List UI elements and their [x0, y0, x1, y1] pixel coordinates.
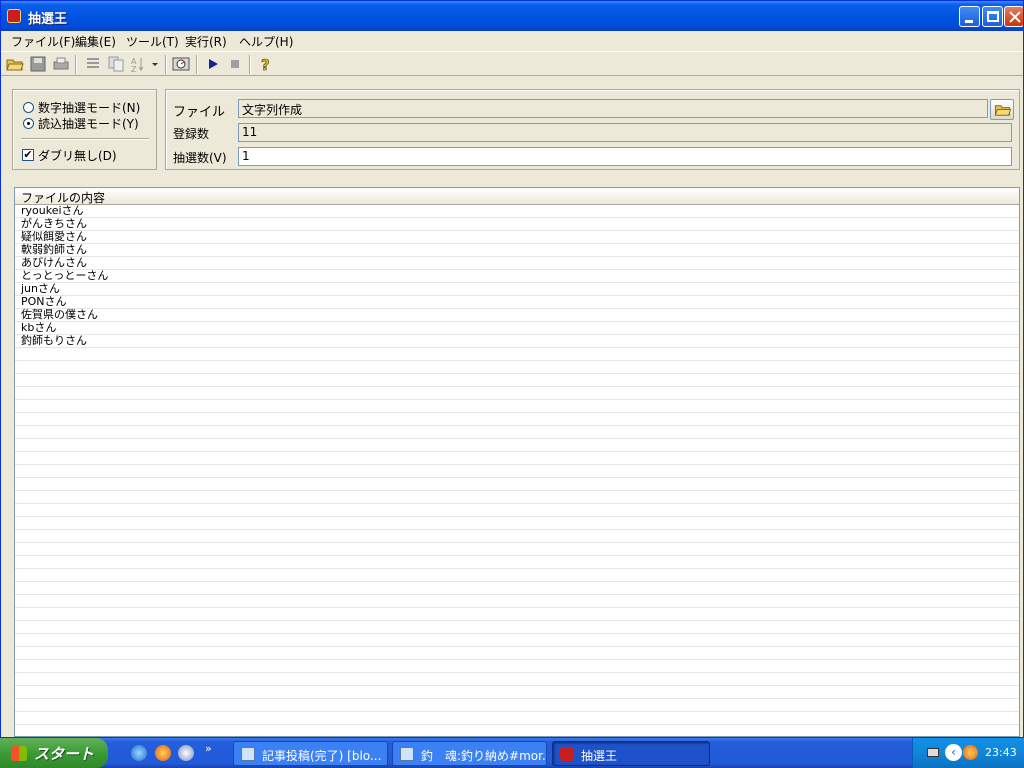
window-title: 抽選王: [28, 12, 68, 27]
lottery-settings-icon[interactable]: [172, 55, 190, 73]
menu-bar: ファイル(F) 編集(E) ツール(T) 実行(R) ヘルプ(H): [1, 31, 1023, 50]
count-field: 11: [238, 123, 1012, 142]
start-button[interactable]: スタート: [0, 738, 108, 768]
toolbar-separator: [75, 55, 77, 74]
chevron-left-icon[interactable]: ‹: [945, 744, 962, 761]
toolbar: AZ ?: [1, 51, 1023, 76]
document-icon: [241, 747, 255, 761]
file-label: ファイル: [173, 105, 226, 120]
system-tray: ‹ 23:43: [912, 738, 1024, 768]
numeric-mode-label[interactable]: 数字抽選モード(N): [38, 99, 140, 116]
list-icon[interactable]: [84, 55, 102, 73]
copy-icon[interactable]: [107, 55, 125, 73]
no-duplicates-label[interactable]: ダブリ無し(D): [38, 147, 117, 164]
file-field[interactable]: 文字列作成: [238, 99, 988, 118]
taskbar-item-label: 抽選王: [581, 749, 618, 763]
divider: [21, 138, 149, 140]
draw-count-input[interactable]: 1: [238, 147, 1012, 166]
list-item[interactable]: がんきちさん: [15, 218, 1019, 231]
list-item[interactable]: PONさん: [15, 296, 1019, 309]
count-label: 登録数: [173, 127, 210, 141]
taskbar: スタート » 記事投稿(完了) [blo... 釣 魂:釣り納め#mor... …: [0, 738, 1024, 768]
minimize-button[interactable]: [959, 6, 980, 27]
minimize-icon: [965, 20, 973, 23]
menu-edit[interactable]: 編集(E): [75, 33, 116, 50]
maximize-icon: [987, 11, 999, 22]
svg-text:?: ?: [261, 56, 270, 73]
list-item[interactable]: ryoukeiさん: [15, 205, 1019, 218]
no-duplicates-checkbox[interactable]: ✔: [22, 149, 34, 161]
menu-tools[interactable]: ツール(T): [126, 33, 179, 50]
menu-help[interactable]: ヘルプ(H): [239, 33, 293, 50]
mode-group: 数字抽選モード(N) 読込抽選モード(Y) ✔ ダブリ無し(D): [12, 89, 157, 170]
list-rows: ryoukeiさん がんきちさん 疑似餌愛さん 軟弱釣師さん あびけんさん とっ…: [15, 205, 1019, 736]
chevron-icon[interactable]: »: [205, 742, 212, 755]
menu-file[interactable]: ファイル(F): [11, 33, 75, 50]
list-header[interactable]: ファイルの内容: [15, 188, 1019, 205]
app-icon: [7, 9, 21, 23]
app-icon: [560, 747, 574, 761]
stop-icon[interactable]: [226, 55, 244, 73]
file-contents-list[interactable]: ファイルの内容 ryoukeiさん がんきちさん 疑似餌愛さん 軟弱釣師さん あ…: [14, 187, 1020, 737]
windows-logo-icon: [11, 746, 27, 761]
media-player-icon[interactable]: [178, 745, 194, 761]
taskbar-item-active[interactable]: 抽選王: [552, 741, 710, 766]
list-item[interactable]: 佐賀県の僕さん: [15, 309, 1019, 322]
taskbar-item-label: 記事投稿(完了) [blo...: [262, 749, 382, 763]
save-icon[interactable]: [29, 55, 47, 73]
toolbar-separator: [249, 55, 251, 74]
toolbar-separator: [196, 55, 198, 74]
maximize-button[interactable]: [982, 6, 1003, 27]
list-item[interactable]: 軟弱釣師さん: [15, 244, 1019, 257]
menu-run[interactable]: 実行(R): [185, 33, 227, 50]
list-item[interactable]: とっとっとーさん: [15, 270, 1019, 283]
list-item[interactable]: あびけんさん: [15, 257, 1019, 270]
read-mode-radio[interactable]: [23, 118, 34, 129]
svg-text:Z: Z: [131, 65, 137, 73]
numeric-mode-radio[interactable]: [23, 102, 34, 113]
list-item[interactable]: junさん: [15, 283, 1019, 296]
taskbar-item[interactable]: 記事投稿(完了) [blo...: [233, 741, 388, 766]
taskbar-item[interactable]: 釣 魂:釣り納め#mor...: [392, 741, 547, 766]
close-button[interactable]: [1004, 6, 1023, 27]
read-mode-label[interactable]: 読込抽選モード(Y): [38, 115, 139, 132]
firefox-icon[interactable]: [155, 745, 171, 761]
sort-icon[interactable]: AZ: [130, 55, 160, 73]
firefox-tray-icon[interactable]: [963, 745, 978, 760]
help-icon[interactable]: ?: [257, 55, 275, 73]
keyboard-icon[interactable]: [927, 748, 939, 757]
print-icon[interactable]: [52, 55, 70, 73]
taskbar-item-label: 釣 魂:釣り納め#mor...: [421, 749, 547, 763]
draw-count-label: 抽選数(V): [173, 151, 227, 165]
list-item[interactable]: 疑似餌愛さん: [15, 231, 1019, 244]
document-icon: [400, 747, 414, 761]
list-item[interactable]: kbさん: [15, 322, 1019, 335]
browse-button[interactable]: [990, 99, 1014, 120]
start-label: スタート: [34, 745, 95, 763]
open-folder-icon: [994, 105, 1012, 116]
toolbar-separator: [165, 55, 167, 74]
play-icon[interactable]: [204, 55, 222, 73]
file-info-panel: ファイル 文字列作成 登録数 11 抽選数(V) 1: [165, 89, 1020, 170]
clock[interactable]: 23:43: [985, 746, 1017, 759]
list-item[interactable]: 釣師もりさん: [15, 335, 1019, 348]
app-window: 抽選王 ファイル(F) 編集(E) ツール(T) 実行(R) ヘルプ(H) AZ…: [0, 0, 1024, 738]
open-folder-icon[interactable]: [6, 55, 24, 73]
title-bar[interactable]: 抽選王: [1, 1, 1023, 31]
internet-explorer-icon[interactable]: [131, 745, 147, 761]
